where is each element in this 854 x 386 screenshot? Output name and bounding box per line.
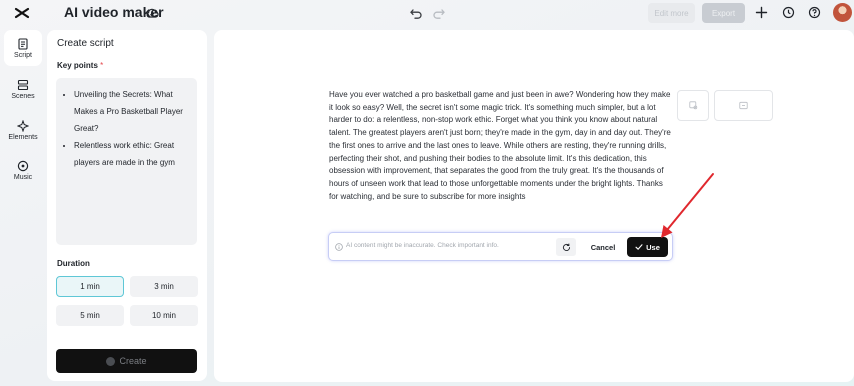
panel-title: Create script <box>57 38 114 49</box>
required-mark: * <box>100 61 104 70</box>
key-points-label-text: Key points <box>57 61 98 70</box>
redo-icon[interactable] <box>432 6 446 20</box>
music-icon <box>17 160 29 171</box>
refresh-icon <box>562 242 570 251</box>
export-button[interactable]: Export <box>702 3 745 23</box>
create-script-panel: Create script Key points * Unveiling the… <box>47 30 207 381</box>
scene-placeholder-1[interactable] <box>677 90 709 121</box>
ai-disclaimer-text: AI content might be inaccurate. Check im… <box>346 242 499 249</box>
key-point-item: Relentless work ethic: Great players are… <box>74 137 191 171</box>
user-avatar[interactable] <box>833 3 852 22</box>
duration-option-10-min[interactable]: 10 min <box>130 305 198 326</box>
rail-item-scenes[interactable]: Scenes <box>4 71 42 107</box>
history-icon[interactable] <box>782 6 795 19</box>
create-button-label: Create <box>119 356 147 366</box>
undo-icon[interactable] <box>409 6 423 20</box>
duration-label: Duration <box>57 259 90 268</box>
script-canvas: Have you ever watched a pro basketball g… <box>214 30 854 382</box>
add-media-icon <box>739 101 748 110</box>
create-button[interactable]: Create <box>56 349 197 373</box>
cancel-button[interactable]: Cancel <box>583 238 623 256</box>
rail-item-music[interactable]: Music <box>4 152 42 188</box>
help-icon[interactable] <box>808 6 821 19</box>
duration-option-3-min[interactable]: 3 min <box>130 276 198 297</box>
key-points-list: Unveiling the Secrets: What Makes a Pro … <box>74 86 191 171</box>
rail-item-label: Script <box>14 51 32 59</box>
top-bar: AI video maker Edit more Export <box>0 0 854 26</box>
key-points-input[interactable]: Unveiling the Secrets: What Makes a Pro … <box>56 78 197 245</box>
duration-option-1-min[interactable]: 1 min <box>56 276 124 297</box>
create-sparkle-icon <box>106 356 116 366</box>
plus-icon[interactable] <box>755 6 768 19</box>
cloud-sync-icon[interactable] <box>145 6 159 20</box>
scene-placeholder-2[interactable] <box>714 90 773 121</box>
info-icon <box>335 243 343 251</box>
duration-option-5-min[interactable]: 5 min <box>56 305 124 326</box>
use-button-label: Use <box>646 242 660 252</box>
edit-more-button[interactable]: Edit more <box>648 3 695 23</box>
capcut-logo-icon[interactable] <box>14 5 30 21</box>
elements-icon <box>17 119 29 132</box>
check-icon <box>635 244 643 250</box>
scenes-icon <box>17 79 29 90</box>
use-button[interactable]: Use <box>627 237 668 257</box>
ai-result-action-bar: AI content might be inaccurate. Check im… <box>328 232 673 261</box>
script-icon <box>18 37 28 50</box>
key-point-item: Unveiling the Secrets: What Makes a Pro … <box>74 86 191 137</box>
key-points-label: Key points * <box>57 61 103 70</box>
rail-item-label: Elements <box>8 133 38 141</box>
image-search-icon <box>688 101 697 110</box>
rail-item-script[interactable]: Script <box>4 30 42 66</box>
rail-item-elements[interactable]: Elements <box>4 112 42 148</box>
generated-script-text: Have you ever watched a pro basketball g… <box>329 90 671 201</box>
rail-item-label: Music <box>13 173 33 181</box>
rail-item-label: Scenes <box>11 92 35 100</box>
regenerate-button[interactable] <box>556 238 576 256</box>
